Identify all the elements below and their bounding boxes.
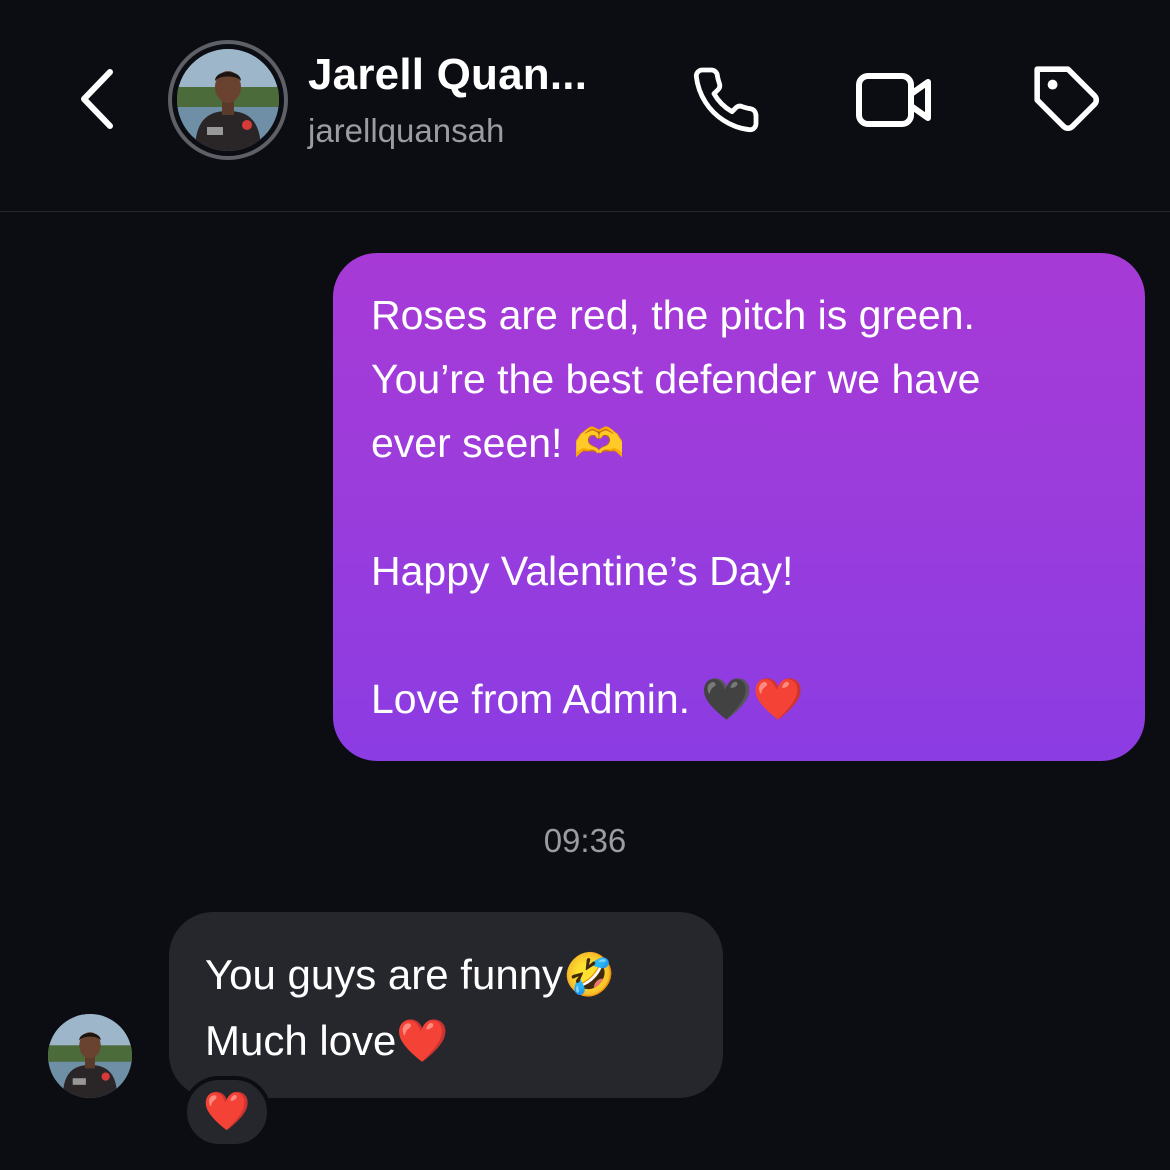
outgoing-message-bubble[interactable]: Roses are red, the pitch is green. You’r… [333,253,1145,761]
message-line: Much love❤️ [205,1017,449,1064]
heart-icon: ❤️ [203,1091,251,1133]
video-icon [856,73,931,127]
message-timestamp: 09:36 [543,822,627,859]
message-line: Love from Admin. 🖤❤️ [371,676,804,722]
contact-username[interactable]: jarellquansah [308,112,504,150]
contact-name[interactable]: Jarell Quan... [308,50,587,100]
phone-icon [693,67,759,133]
message-line: ever seen! 🫶 [371,420,625,466]
avatar-photo [177,49,279,151]
message-line: Happy Valentine’s Day! [371,548,794,594]
call-button[interactable] [686,60,766,140]
video-call-button[interactable] [854,60,934,140]
tag-icon [1034,66,1099,131]
tag-button[interactable] [1028,60,1108,140]
message-line: Roses are red, the pitch is green. [371,292,975,338]
heart-reaction-badge[interactable]: ❤️ [183,1076,271,1148]
message-line: You guys are funny🤣 [205,951,616,998]
incoming-message-bubble[interactable]: You guys are funny🤣 Much love❤️ [169,912,723,1098]
sender-avatar[interactable] [48,1014,132,1098]
chat-header: Jarell Quan... jarellquansah [0,0,1170,212]
contact-avatar[interactable] [168,40,288,160]
chevron-left-icon [81,69,113,129]
back-button[interactable] [68,66,124,132]
message-line: You’re the best defender we have [371,356,981,402]
